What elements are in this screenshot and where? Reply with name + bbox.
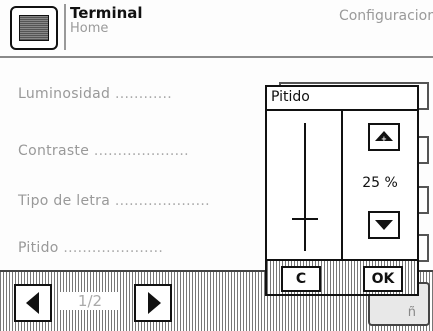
page-indicator: 1/2 [60,292,120,310]
setting-label: Pitido [18,240,59,256]
terminal-icon[interactable] [10,6,58,50]
volume-slider-track[interactable] [304,123,306,251]
setting-row-luminosity[interactable]: Luminosidad ............ [18,86,172,102]
setting-label: Tipo de letra [18,193,111,209]
increase-button[interactable]: + [368,123,400,151]
plus-icon: + [381,135,387,143]
app-subtitle: Home [70,21,109,36]
setting-dots: .................... [114,193,210,209]
app-title: Terminal [70,4,143,22]
setting-row-beep[interactable]: Pitido ..................... [18,240,163,256]
arrow-down-icon [375,220,393,230]
setting-dots: ............ [115,86,173,102]
header-divider [0,56,433,58]
setting-row-contrast[interactable]: Contraste .................... [18,143,189,159]
decrease-button[interactable] [368,211,400,239]
volume-value: 25 % [362,175,398,191]
setting-row-font-type[interactable]: Tipo de letra .................... [18,193,210,209]
setting-dots: .................... [93,143,189,159]
footer-action-label: ñ [407,305,416,320]
setting-label: Luminosidad [18,86,111,102]
arrow-left-icon [26,292,39,314]
setting-dots: ..................... [63,240,164,256]
cancel-button[interactable]: C [281,266,321,292]
section-title: Configuracior [338,8,433,24]
beep-popup: Pitido + 25 % C OK [265,85,419,296]
popup-title: Pitido [267,87,417,111]
popup-footer: C OK [267,259,417,294]
volume-slider-handle[interactable] [292,218,318,220]
arrow-right-icon [148,292,161,314]
next-page-button[interactable] [134,284,172,322]
previous-page-button[interactable] [14,284,52,322]
ok-button[interactable]: OK [363,266,403,292]
setting-label: Contraste [18,143,90,159]
header-separator [64,4,66,50]
